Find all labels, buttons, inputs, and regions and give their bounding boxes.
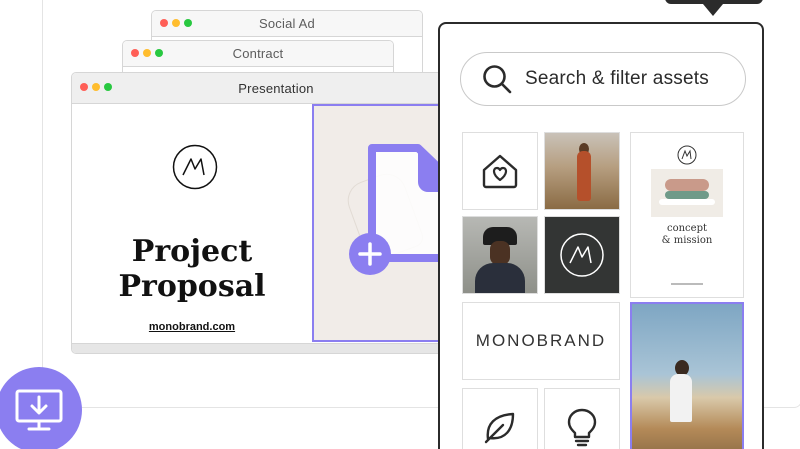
concept-card-image: [651, 169, 723, 217]
asset-tile-lightbulb[interactable]: [544, 388, 620, 449]
window-title: Social Ad: [258, 16, 315, 31]
monitor-download-badge[interactable]: [0, 367, 82, 449]
concept-card-line1: concept: [667, 223, 707, 234]
window-controls: [131, 49, 163, 57]
window-title: Contract: [232, 46, 284, 61]
photo-face: [490, 241, 510, 265]
slide-url: monobrand.com: [148, 321, 236, 333]
leaf-icon: [484, 412, 515, 444]
window-title: Presentation: [238, 80, 314, 96]
window-titlebar: Social Ad: [152, 11, 422, 37]
asset-tile-man-field-photo[interactable]: [630, 302, 744, 449]
maximize-dot[interactable]: [184, 19, 192, 27]
asset-tile-logo[interactable]: [544, 216, 620, 294]
maximize-dot[interactable]: [104, 83, 112, 91]
photo-body: [475, 263, 525, 293]
asset-tile-leaf[interactable]: [462, 388, 538, 449]
search-icon: [483, 65, 512, 94]
house-heart-icon: [482, 154, 518, 189]
photo-figure: [577, 151, 591, 201]
asset-tile-woman-photo[interactable]: [544, 132, 620, 210]
window-controls: [160, 19, 192, 27]
window-titlebar: Contract: [123, 41, 393, 67]
slide-canvas[interactable]: Project Proposal monobrand.com: [72, 104, 312, 344]
assets-panel: Search & filter assets concept & mission: [438, 22, 764, 449]
asset-tile-house-heart[interactable]: [462, 132, 538, 210]
maximize-dot[interactable]: [155, 49, 163, 57]
tooltip-tail: [703, 4, 723, 16]
monobrand-logo-icon: [560, 233, 604, 277]
search-placeholder: Search & filter assets: [525, 68, 709, 89]
concept-card-footer: [671, 283, 703, 285]
lightbulb-icon: [567, 408, 597, 447]
window-bottom-bar: [72, 343, 480, 353]
search-input[interactable]: Search & filter assets: [460, 52, 746, 106]
photo-person: [670, 374, 692, 422]
monobrand-logo-icon: [172, 144, 218, 190]
minimize-dot[interactable]: [92, 83, 100, 91]
close-dot[interactable]: [160, 19, 168, 27]
monobrand-logo-icon: [677, 145, 697, 165]
concept-card-line2: & mission: [661, 235, 713, 246]
minimize-dot[interactable]: [172, 19, 180, 27]
close-dot[interactable]: [131, 49, 139, 57]
close-dot[interactable]: [80, 83, 88, 91]
food-layer: [665, 179, 709, 191]
food-layer: [665, 191, 709, 199]
slide-title-line2: Proposal: [118, 269, 266, 304]
window-controls: [80, 83, 112, 91]
asset-tile-man-photo[interactable]: [462, 216, 538, 294]
asset-tile-concept-card[interactable]: concept & mission: [630, 132, 744, 298]
concept-card-text: concept & mission: [631, 223, 743, 247]
asset-tile-wordmark[interactable]: MONOBRAND: [462, 302, 620, 380]
food-plate: [659, 199, 715, 205]
slide-title: Project Proposal: [72, 234, 312, 304]
monobrand-wordmark: MONOBRAND: [475, 331, 607, 350]
slide-title-line1: Project: [131, 234, 253, 269]
plus-icon: [349, 233, 391, 275]
window-titlebar: Presentation: [72, 73, 480, 104]
minimize-dot[interactable]: [143, 49, 151, 57]
monitor-download-icon: [15, 389, 63, 431]
